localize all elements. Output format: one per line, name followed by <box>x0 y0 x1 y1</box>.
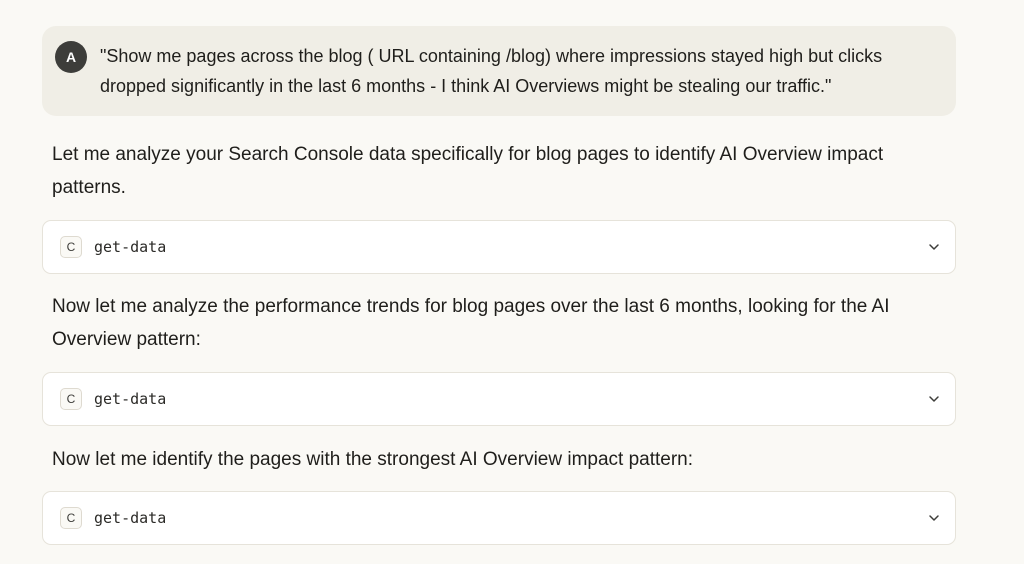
tool-call-card[interactable]: C get-data <box>42 491 956 545</box>
tool-call-name: get-data <box>94 390 167 408</box>
chevron-down-icon[interactable] <box>927 511 941 525</box>
tool-call-name: get-data <box>94 238 167 256</box>
tool-call-name: get-data <box>94 509 167 527</box>
user-message: A "Show me pages across the blog ( URL c… <box>42 26 956 116</box>
tool-c-icon: C <box>60 507 82 529</box>
user-message-text: "Show me pages across the blog ( URL con… <box>100 46 883 96</box>
assistant-paragraph: Now let me identify the pages with the s… <box>52 449 694 470</box>
tool-c-icon: C <box>60 388 82 410</box>
tool-call-card[interactable]: C get-data <box>42 372 956 426</box>
tool-c-icon: C <box>60 236 82 258</box>
user-avatar: A <box>55 41 87 73</box>
chevron-down-icon[interactable] <box>927 392 941 406</box>
tool-call-card[interactable]: C get-data <box>42 220 956 274</box>
chevron-down-icon[interactable] <box>927 240 941 254</box>
assistant-paragraph: Now let me analyze the performance trend… <box>52 296 890 350</box>
assistant-paragraph: Let me analyze your Search Console data … <box>52 144 884 198</box>
chat-transcript: A "Show me pages across the blog ( URL c… <box>0 0 1024 564</box>
